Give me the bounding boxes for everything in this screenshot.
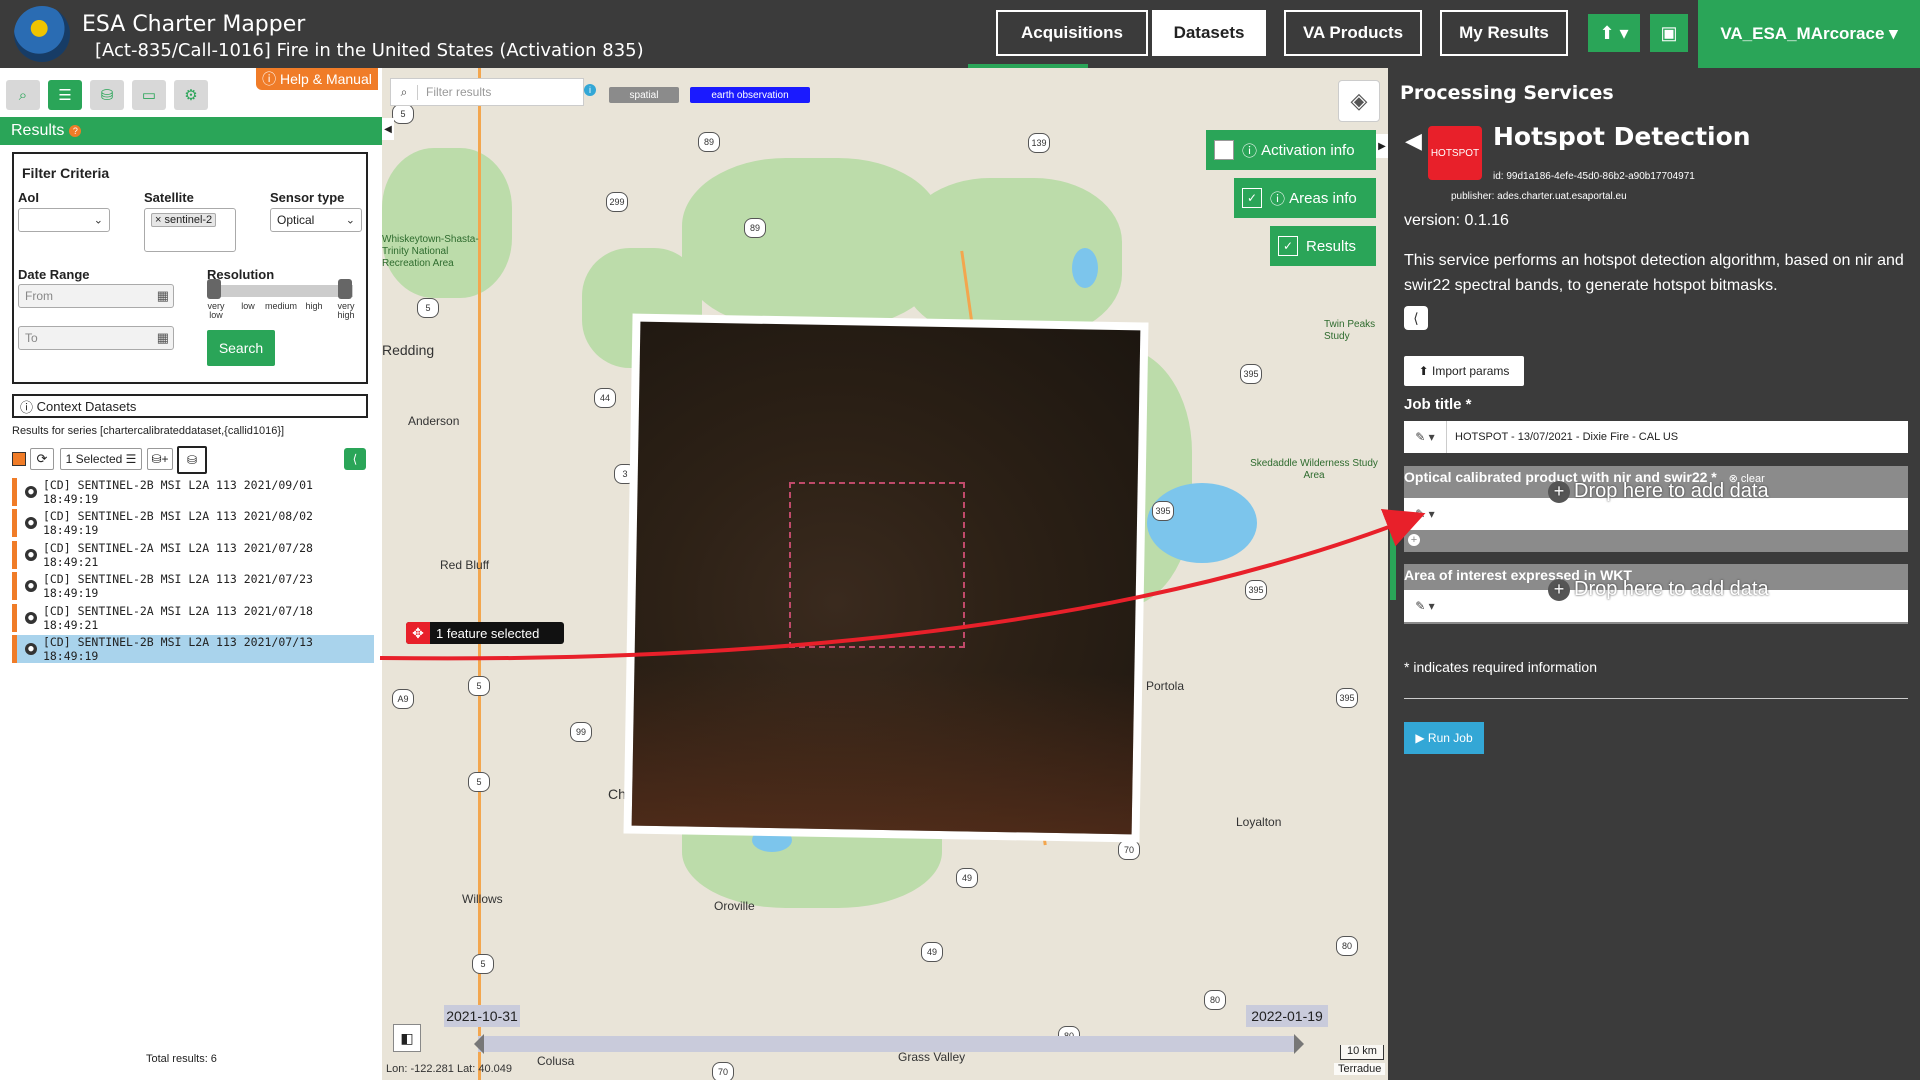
- annotation-arrow: [379, 508, 1426, 661]
